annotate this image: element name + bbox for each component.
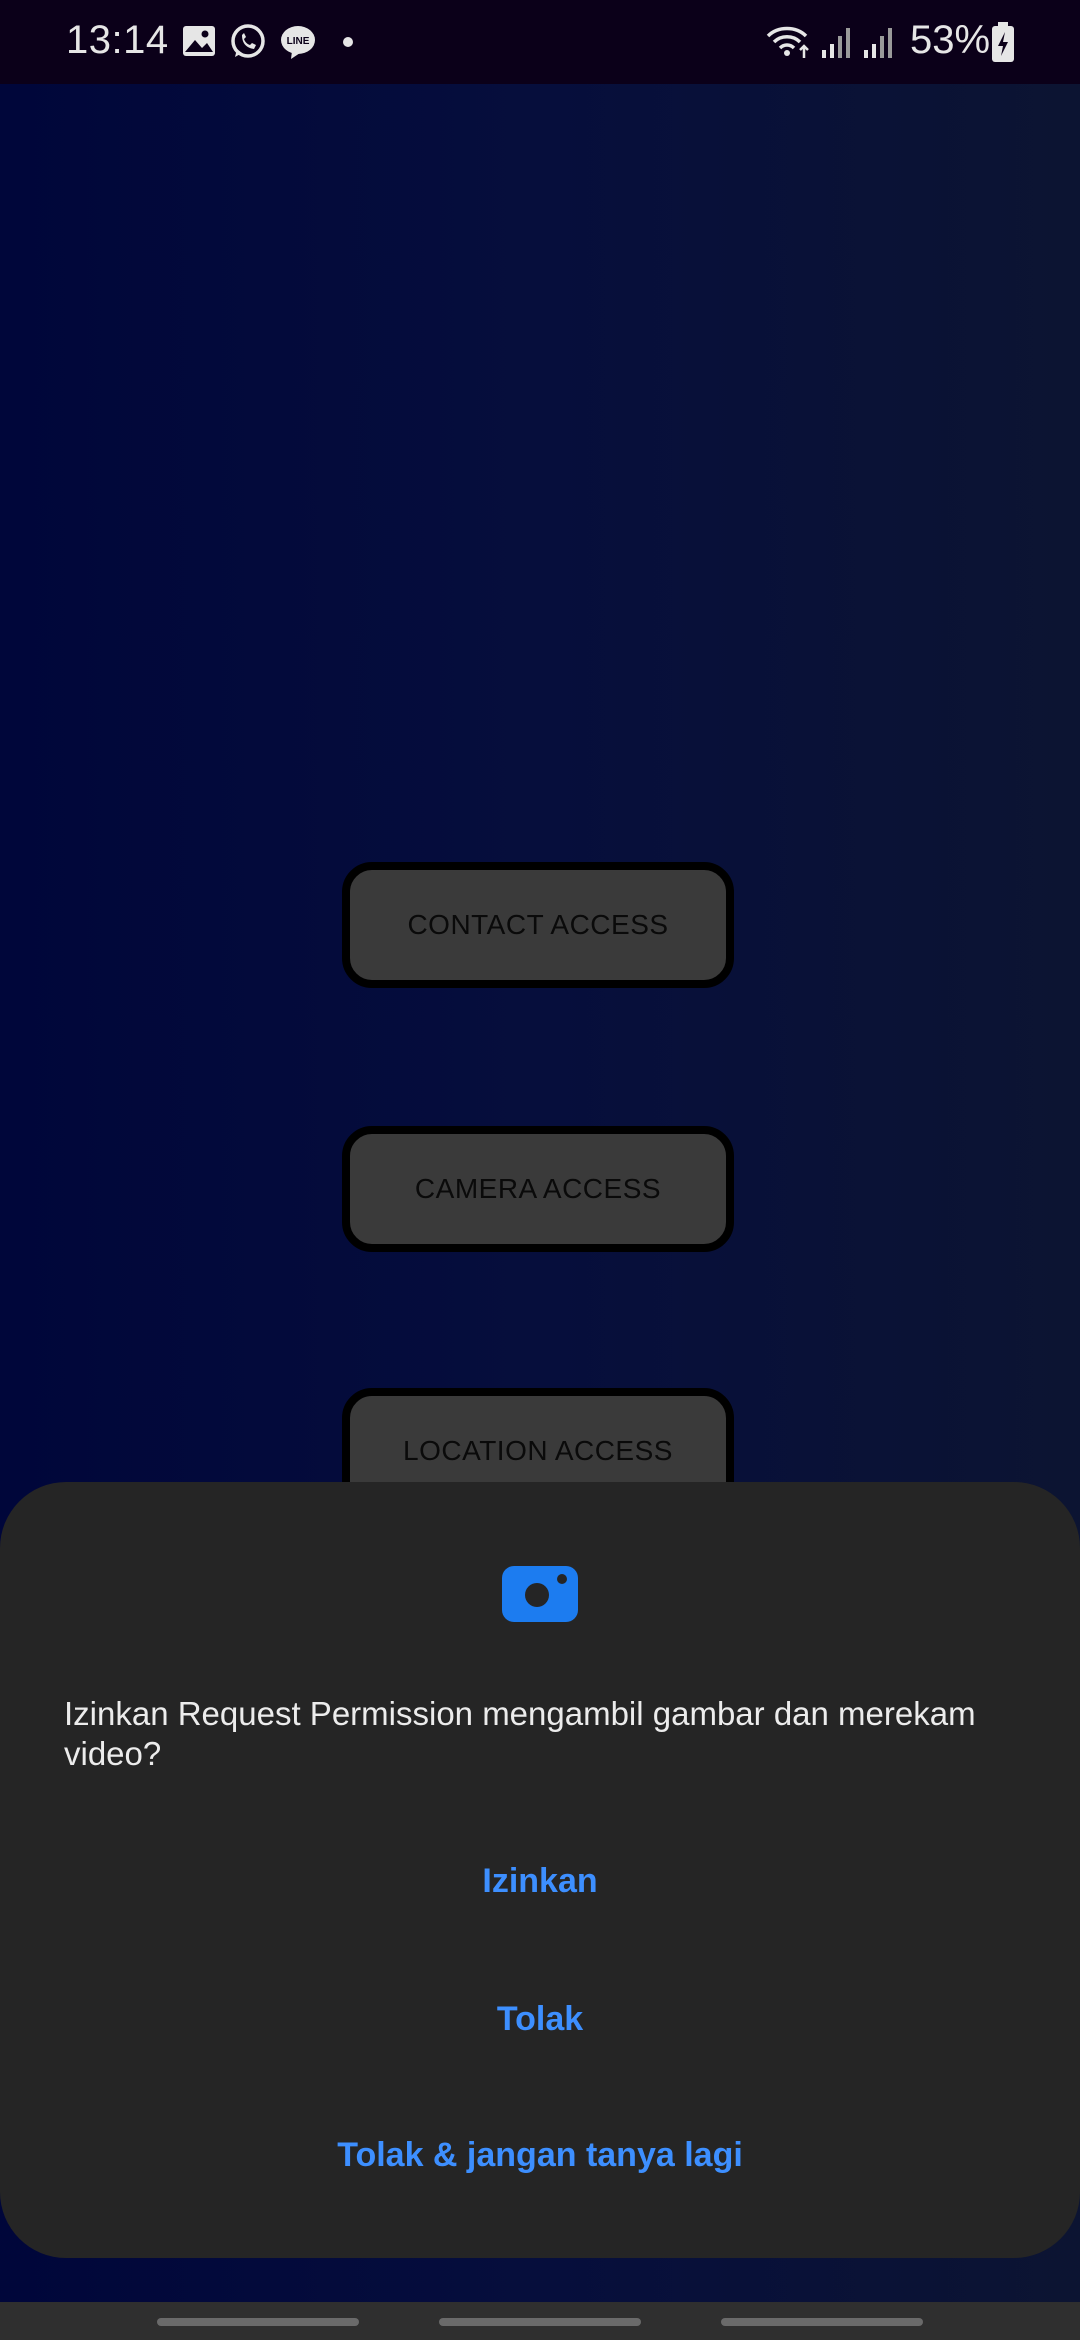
line-icon: LINE <box>281 26 315 59</box>
permission-message: Izinkan Request Permission mengambil gam… <box>64 1695 976 1772</box>
whatsapp-icon <box>231 24 265 58</box>
nav-recents-button[interactable] <box>157 2318 359 2326</box>
signal-icon <box>822 28 850 58</box>
signal-icon <box>864 28 892 58</box>
camera-icon <box>502 1566 578 1622</box>
wifi-icon <box>766 26 809 58</box>
battery-percentage: 53% <box>910 18 991 62</box>
deny-dont-ask-again-button[interactable]: Tolak & jangan tanya lagi <box>0 2136 1080 2175</box>
battery-charging-icon <box>992 22 1014 62</box>
status-time: 13:14 <box>66 18 169 62</box>
camera-access-button[interactable]: CAMERA ACCESS <box>342 1126 734 1252</box>
nav-home-button[interactable] <box>439 2318 641 2326</box>
dot-icon <box>343 37 353 47</box>
allow-button[interactable]: Izinkan <box>0 1862 1080 1901</box>
permission-dialog: Izinkan Request Permission mengambil gam… <box>0 1482 1080 2258</box>
gallery-icon <box>183 26 215 56</box>
status-bar: 13:14 LINE 53% <box>0 0 1080 84</box>
svg-text:LINE: LINE <box>287 36 310 47</box>
navigation-bar <box>0 2302 1080 2340</box>
contact-access-button[interactable]: CONTACT ACCESS <box>342 862 734 988</box>
nav-back-button[interactable] <box>721 2318 923 2326</box>
deny-button[interactable]: Tolak <box>0 2000 1080 2039</box>
